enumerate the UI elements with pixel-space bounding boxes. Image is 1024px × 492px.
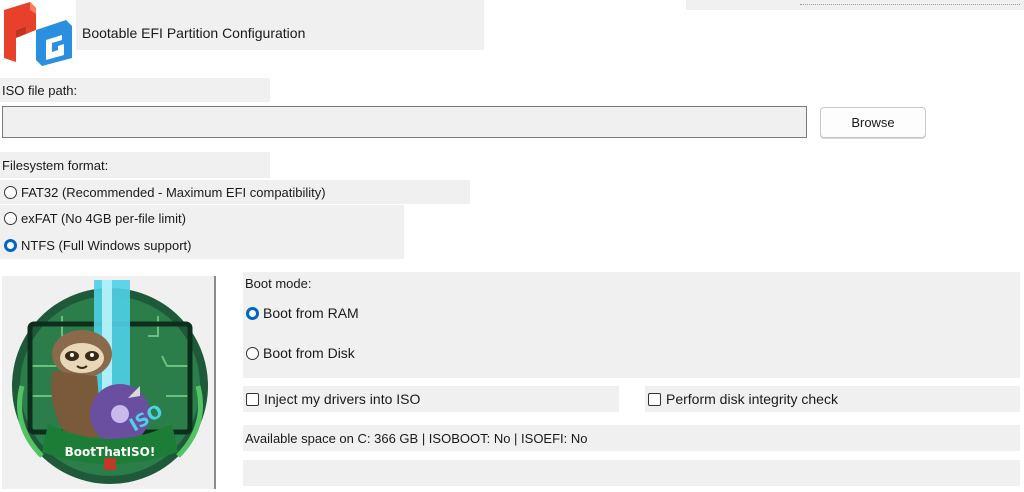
- top-right-panel-edge: [800, 4, 1020, 5]
- filesystem-label-panel: Filesystem format:: [0, 152, 270, 178]
- integrity-check-box: [648, 392, 661, 406]
- top-right-panel: [686, 0, 1024, 10]
- filesystem-format-label: Filesystem format:: [2, 157, 109, 173]
- browse-button-label: Browse: [851, 115, 895, 130]
- boot-mode-label-row: Boot mode:: [243, 273, 443, 293]
- inject-drivers-box: [246, 392, 259, 406]
- radio-ntfs[interactable]: NTFS (Full Windows support): [0, 231, 404, 259]
- iso-path-input[interactable]: [2, 106, 807, 138]
- bottom-empty-panel: [243, 460, 1020, 486]
- radio-boot-ram[interactable]: Boot from RAM: [246, 302, 446, 324]
- available-space-text: Available space on C: 366 GB | ISOBOOT: …: [245, 430, 588, 446]
- radio-exfat-label: exFAT (No 4GB per-file limit): [21, 210, 186, 226]
- radio-exfat-dot: [4, 211, 17, 225]
- radio-fat32-label: FAT32 (Recommended - Maximum EFI compati…: [21, 184, 326, 200]
- radio-boot-ram-dot: [246, 306, 259, 320]
- inject-drivers-checkbox[interactable]: Inject my drivers into ISO: [243, 386, 619, 412]
- fg-logo-icon: [4, 2, 72, 66]
- iso-path-label: ISO file path:: [2, 82, 78, 98]
- inject-drivers-label: Inject my drivers into ISO: [264, 391, 421, 407]
- radio-fat32-dot: [4, 185, 17, 199]
- radio-boot-disk[interactable]: Boot from Disk: [246, 342, 446, 364]
- radio-boot-disk-dot: [246, 346, 259, 360]
- radio-ntfs-label: NTFS (Full Windows support): [21, 237, 192, 253]
- radio-boot-ram-label: Boot from RAM: [263, 305, 359, 321]
- iso-label-panel: ISO file path:: [0, 78, 270, 102]
- boot-mode-label: Boot mode:: [245, 275, 312, 291]
- integrity-check-label: Perform disk integrity check: [666, 391, 838, 407]
- radio-boot-disk-label: Boot from Disk: [263, 345, 355, 361]
- radio-fat32[interactable]: FAT32 (Recommended - Maximum EFI compati…: [0, 180, 470, 204]
- radio-exfat[interactable]: exFAT (No 4GB per-file limit): [0, 205, 404, 231]
- page-title: Bootable EFI Partition Configuration: [82, 25, 306, 41]
- status-panel: Available space on C: 366 GB | ISOBOOT: …: [243, 425, 1020, 451]
- mascot-badge-text: BootThatISO!: [65, 445, 156, 459]
- integrity-check-checkbox[interactable]: Perform disk integrity check: [645, 386, 1020, 412]
- radio-ntfs-dot: [4, 238, 17, 252]
- sloth-mascot-icon: ISO BootThatISO!: [12, 280, 208, 484]
- browse-button[interactable]: Browse: [820, 107, 926, 138]
- mascot-image-frame: ISO BootThatISO!: [2, 276, 216, 489]
- header-title-panel: Bootable EFI Partition Configuration: [76, 0, 484, 50]
- app-logo: [0, 0, 72, 66]
